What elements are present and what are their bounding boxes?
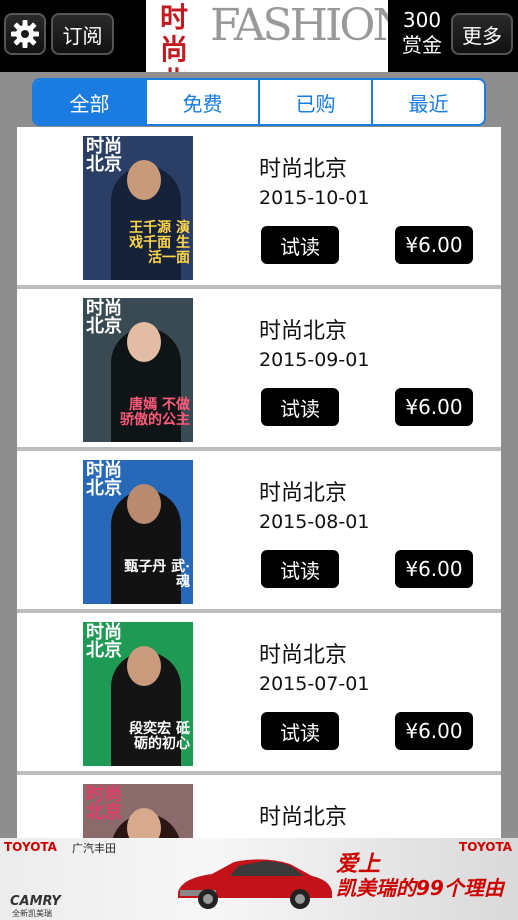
ad-slogan-line2: 凯美瑞的99个理由 (336, 876, 504, 900)
issue-title: 时尚北京 (259, 805, 348, 830)
coins-label: 赏金 (402, 33, 442, 57)
filter-tabs: 全部 免费 已购 最近 (32, 78, 486, 126)
cover-image[interactable]: 时尚北京 (83, 784, 193, 838)
cover-masthead-cn: 时尚北京 (86, 784, 122, 823)
tab-free[interactable]: 免费 (147, 80, 260, 124)
cover-masthead-cn: 时尚北京 (86, 460, 122, 499)
cover-image[interactable]: 时尚北京 甄子丹 武·魂 (83, 460, 193, 604)
issue-title: 时尚北京 (259, 157, 348, 182)
settings-button[interactable] (4, 13, 46, 55)
issue-date: 2015-07-01 (259, 673, 370, 695)
car-image (178, 859, 332, 909)
try-read-button[interactable]: 试读 (261, 226, 339, 264)
cover-headline: 段奕宏 砥砺的初心 (129, 721, 190, 752)
coins-amount: 300 (402, 8, 442, 32)
magazine-logo: 时尚北京 FASHION (146, 0, 388, 72)
tab-recent[interactable]: 最近 (373, 80, 484, 124)
cover-image[interactable]: 时尚北京 段奕宏 砥砺的初心 (83, 622, 193, 766)
top-bar: 订阅 时尚北京 FASHION 300 赏金 更多 (0, 0, 518, 72)
list-item[interactable]: 时尚北京 甄子丹 武·魂 时尚北京 2015-08-01 试读 ¥6.00 (17, 451, 501, 613)
cover-head (127, 484, 161, 524)
cover-headline: 王千源 演戏千面 生活一面 (129, 220, 190, 266)
ad-brand-right: TOYOTA (459, 840, 512, 854)
cover-head (127, 646, 161, 686)
issue-list[interactable]: 时尚北京 王千源 演戏千面 生活一面 时尚北京 2015-10-01 试读 ¥6… (17, 127, 501, 838)
cover-head (127, 322, 161, 362)
buy-price-button[interactable]: ¥6.00 (395, 550, 473, 588)
cover-headline: 甄子丹 武·魂 (124, 559, 190, 590)
cover-masthead-cn: 时尚北京 (86, 136, 122, 175)
coins-display[interactable]: 300 赏金 (394, 8, 450, 58)
logo-cn: 时尚北京 (160, 1, 188, 73)
issue-date: 2015-10-01 (259, 187, 370, 209)
list-item[interactable]: 时尚北京 王千源 演戏千面 生活一面 时尚北京 2015-10-01 试读 ¥6… (17, 127, 501, 289)
tab-all[interactable]: 全部 (34, 80, 147, 124)
ad-brand-left: TOYOTA (4, 840, 57, 854)
ad-model: CAMRY (10, 894, 61, 909)
tab-purchased[interactable]: 已购 (260, 80, 373, 124)
issue-title: 时尚北京 (259, 481, 348, 506)
issue-date: 2015-08-01 (259, 511, 370, 533)
cover-head (127, 808, 161, 838)
issue-date: 2015-09-01 (259, 349, 370, 371)
cover-image[interactable]: 时尚北京 王千源 演戏千面 生活一面 (83, 136, 193, 280)
ad-model-sub: 全新凯美瑞 (12, 909, 52, 918)
list-item[interactable]: 时尚北京 唐嫣 不做骄傲的公主 时尚北京 2015-09-01 试读 ¥6.00 (17, 289, 501, 451)
try-read-button[interactable]: 试读 (261, 550, 339, 588)
try-read-button[interactable]: 试读 (261, 388, 339, 426)
cover-image[interactable]: 时尚北京 唐嫣 不做骄傲的公主 (83, 298, 193, 442)
buy-price-button[interactable]: ¥6.00 (395, 388, 473, 426)
cover-masthead-cn: 时尚北京 (86, 622, 122, 661)
gear-icon (11, 20, 39, 48)
app-screen: 订阅 时尚北京 FASHION 300 赏金 更多 全部 免费 已购 最近 时尚… (0, 0, 518, 920)
logo-en: FASHION (210, 0, 388, 51)
more-button[interactable]: 更多 (451, 13, 513, 55)
subscribe-button[interactable]: 订阅 (51, 13, 114, 55)
ad-brand-left2: 广汽丰田 (72, 842, 116, 855)
cover-headline: 唐嫣 不做骄傲的公主 (120, 397, 190, 428)
ad-banner[interactable]: TOYOTA 广汽丰田 TOYOTA CAMRY 全新凯美瑞 爱上 凯美瑞的99… (0, 838, 518, 920)
list-item[interactable]: 时尚北京 时尚北京 (17, 775, 501, 838)
list-item[interactable]: 时尚北京 段奕宏 砥砺的初心 时尚北京 2015-07-01 试读 ¥6.00 (17, 613, 501, 775)
buy-price-button[interactable]: ¥6.00 (395, 712, 473, 750)
buy-price-button[interactable]: ¥6.00 (395, 226, 473, 264)
try-read-button[interactable]: 试读 (261, 712, 339, 750)
cover-head (127, 160, 161, 200)
cover-masthead-cn: 时尚北京 (86, 298, 122, 337)
issue-title: 时尚北京 (259, 319, 348, 344)
issue-title: 时尚北京 (259, 643, 348, 668)
